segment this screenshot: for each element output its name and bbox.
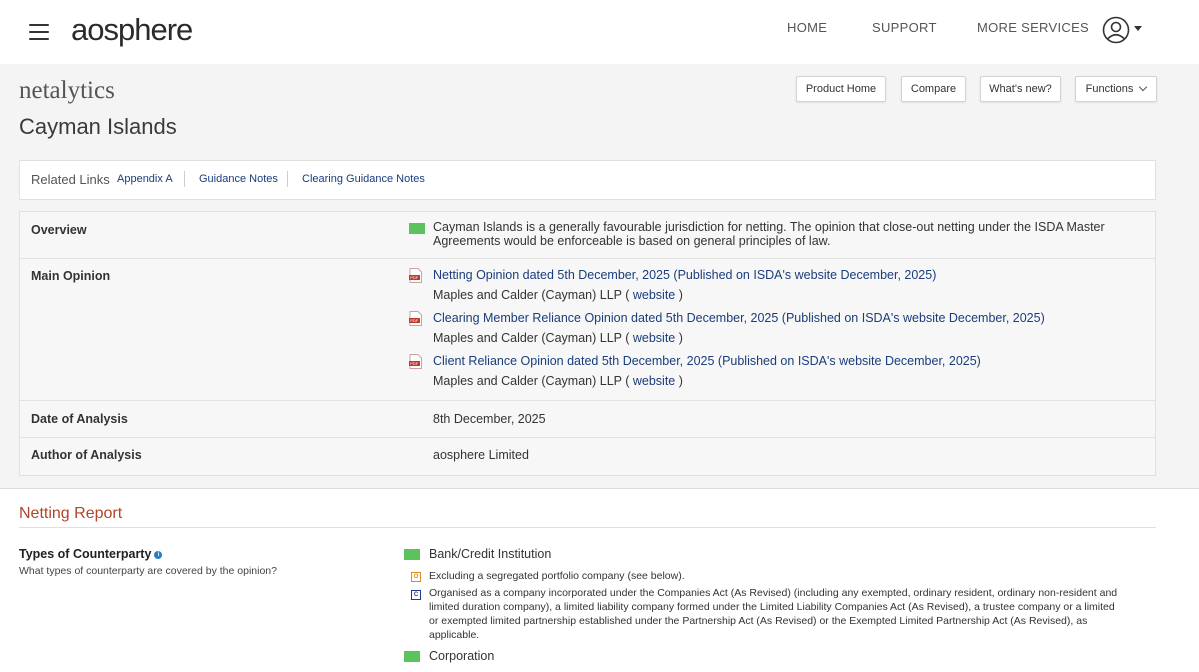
related-links-label: Related Links <box>31 172 110 187</box>
author-label: Author of Analysis <box>31 448 142 462</box>
overview-text-line2: Agreements would be enforceable is based… <box>433 234 831 248</box>
divider <box>287 171 288 187</box>
page-title: Cayman Islands <box>19 114 177 139</box>
category-bank: Bank/Credit Institution <box>429 547 552 561</box>
firm-website-link[interactable]: website <box>633 288 675 302</box>
firm-website-link[interactable]: website <box>633 331 675 345</box>
opinion-firm: Maples and Calder (Cayman) LLP ( website… <box>433 374 683 388</box>
overview-label: Overview <box>31 223 87 237</box>
opinion-link-netting[interactable]: Netting Opinion dated 5th December, 2025… <box>433 268 936 282</box>
author-value: aosphere Limited <box>433 448 529 462</box>
opinion-link-client-reliance[interactable]: Client Reliance Opinion dated 5th Decemb… <box>433 354 981 368</box>
svg-text:PDF: PDF <box>410 361 419 366</box>
link-appendix-a[interactable]: Appendix A <box>117 173 173 185</box>
obstacle-badge-icon[interactable]: O <box>411 572 421 582</box>
top-bar: aosphere HOME SUPPORT MORE SERVICES <box>0 0 1199 64</box>
whats-new-button[interactable]: What's new? <box>980 76 1061 102</box>
overview-text-line1: Cayman Islands is a generally favourable… <box>433 220 1105 234</box>
category-corporation: Corporation <box>429 649 495 663</box>
nav-more-services[interactable]: MORE SERVICES <box>977 20 1089 35</box>
opinion-firm: Maples and Calder (Cayman) LLP ( website… <box>433 288 683 302</box>
opinion-firm: Maples and Calder (Cayman) LLP ( website… <box>433 331 683 345</box>
pdf-icon: PDF <box>409 311 422 326</box>
divider <box>19 527 1156 528</box>
jurisdiction-info-table: Overview Cayman Islands is a generally f… <box>19 211 1156 476</box>
main-opinion-row: Main Opinion PDF Netting Opinion dated 5… <box>20 259 1155 401</box>
logo[interactable]: aosphere <box>71 12 193 48</box>
main-opinion-label: Main Opinion <box>31 269 111 283</box>
user-account-icon[interactable] <box>1102 16 1130 44</box>
chevron-down-icon[interactable] <box>1134 26 1142 31</box>
question-subtitle: What types of counterparty are covered b… <box>19 565 277 577</box>
date-label: Date of Analysis <box>31 412 128 426</box>
question-title: Types of Counterparty i <box>19 547 163 561</box>
pdf-icon: PDF <box>409 354 422 369</box>
condition-badge-icon[interactable]: C <box>411 590 421 600</box>
related-links-bar: Related Links Appendix A Guidance Notes … <box>19 160 1156 200</box>
chevron-down-icon <box>1139 82 1148 92</box>
date-of-analysis-row: Date of Analysis 8th December, 2025 <box>20 401 1155 438</box>
note-c-line1: Organised as a company incorporated unde… <box>429 587 1118 599</box>
link-clearing-guidance-notes[interactable]: Clearing Guidance Notes <box>302 173 425 185</box>
favourable-indicator-icon <box>409 223 425 234</box>
note-c-line3: or exempted limited partnership establis… <box>429 615 1088 627</box>
menu-icon[interactable] <box>29 24 49 40</box>
svg-text:PDF: PDF <box>410 275 419 280</box>
divider <box>184 171 185 187</box>
info-icon[interactable]: i <box>154 550 163 559</box>
netting-report-title: Netting Report <box>19 505 123 522</box>
note-o: Excluding a segregated portfolio company… <box>429 570 685 582</box>
note-c-line4: applicable. <box>429 629 480 641</box>
product-home-button[interactable]: Product Home <box>796 76 886 102</box>
functions-label: Functions <box>1085 83 1134 95</box>
nav-support[interactable]: SUPPORT <box>872 20 937 35</box>
pdf-icon: PDF <box>409 268 422 283</box>
functions-dropdown[interactable]: Functions <box>1075 76 1157 102</box>
favourable-indicator-icon <box>404 549 420 560</box>
overview-row: Overview Cayman Islands is a generally f… <box>20 212 1155 259</box>
compare-button[interactable]: Compare <box>901 76 966 102</box>
firm-website-link[interactable]: website <box>633 374 675 388</box>
author-of-analysis-row: Author of Analysis aosphere Limited <box>20 438 1155 474</box>
svg-text:PDF: PDF <box>410 318 419 323</box>
link-guidance-notes[interactable]: Guidance Notes <box>199 173 278 185</box>
nav-home[interactable]: HOME <box>787 20 827 35</box>
product-name: netalytics <box>19 77 115 104</box>
date-value: 8th December, 2025 <box>433 412 546 426</box>
opinion-link-clearing-member[interactable]: Clearing Member Reliance Opinion dated 5… <box>433 311 1045 325</box>
note-c-line2: limited duration company), a limited lia… <box>429 601 1115 613</box>
favourable-indicator-icon <box>404 651 420 662</box>
